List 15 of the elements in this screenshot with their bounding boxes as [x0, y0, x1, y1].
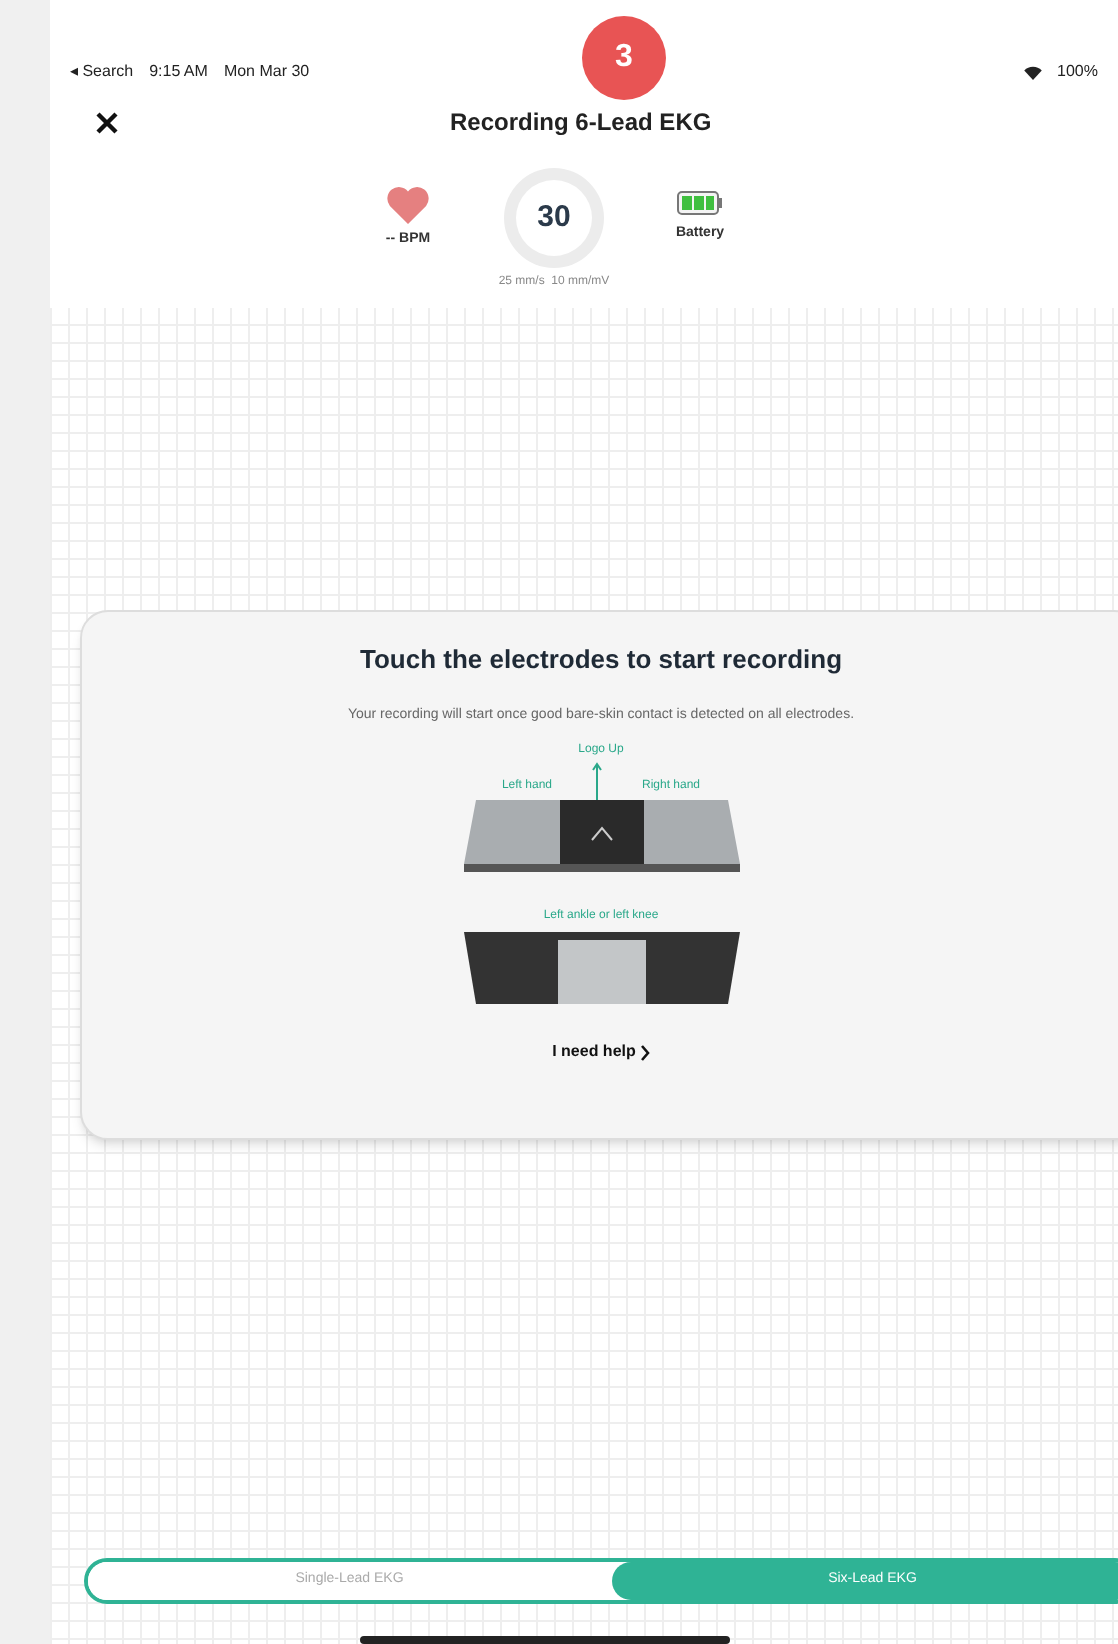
heart-icon [386, 185, 430, 224]
screen-title: Recording 6-Lead EKG [450, 106, 712, 140]
help-link[interactable]: I need help [552, 1040, 650, 1064]
wifi-icon [1023, 65, 1042, 79]
battery-percent: 100% [1057, 60, 1098, 84]
status-date: Mon Mar 30 [223, 60, 310, 84]
status-time: 9:15 AM [149, 60, 208, 84]
chevron-icon [639, 1043, 650, 1061]
close-icon [95, 111, 117, 133]
battery-icon [676, 190, 724, 217]
card-title: Touch the electrodes to start recording [359, 642, 843, 678]
countdown-value: 30 [516, 180, 592, 256]
close-button[interactable] [90, 106, 122, 138]
arrow-icon [592, 762, 602, 800]
back-link[interactable]: ◂ Search [70, 60, 134, 84]
